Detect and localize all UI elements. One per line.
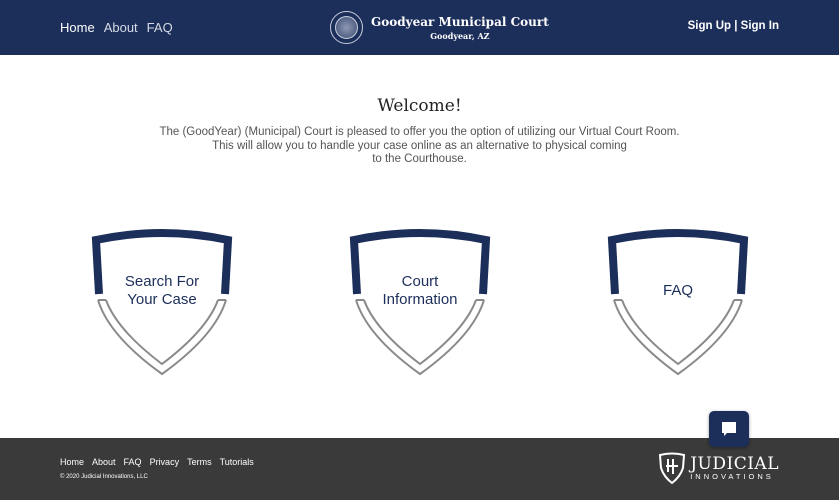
- intro-text: The (GoodYear) (Municipal) Court is plea…: [0, 126, 839, 167]
- court-location: Goodyear, AZ: [430, 30, 490, 41]
- logo-text: JUDICIAL: [690, 453, 779, 474]
- auth-links: Sign Up | Sign In: [688, 20, 779, 32]
- footer-about[interactable]: About: [92, 457, 116, 467]
- court-title: Goodyear Municipal Court: [371, 14, 549, 29]
- shield-logo-icon: [659, 452, 686, 484]
- card-label: Information: [382, 290, 458, 308]
- nav-about[interactable]: About: [104, 20, 138, 35]
- separator: |: [731, 20, 741, 32]
- faq-card[interactable]: FAQ: [607, 228, 749, 376]
- logo-subtext: INNOVATIONS: [690, 471, 774, 481]
- court-brand[interactable]: Goodyear Municipal Court Goodyear, AZ: [330, 11, 549, 44]
- sign-up-link[interactable]: Sign Up: [688, 20, 731, 32]
- intro-line: The (GoodYear) (Municipal) Court is plea…: [159, 126, 680, 138]
- intro-line: This will allow you to handle your case …: [212, 139, 627, 152]
- welcome-heading: Welcome!: [377, 96, 462, 116]
- chat-bubble-icon: [722, 422, 736, 436]
- search-case-card[interactable]: Search For Your Case: [91, 228, 233, 376]
- court-information-card[interactable]: Court Information: [349, 228, 491, 376]
- intro-line: to the Courthouse.: [372, 153, 467, 165]
- sign-in-link[interactable]: Sign In: [741, 20, 779, 32]
- card-label: FAQ: [662, 281, 693, 299]
- card-label: Search For: [124, 272, 200, 290]
- footer-privacy[interactable]: Privacy: [150, 457, 180, 467]
- card-label: Your Case: [127, 290, 197, 308]
- chat-button[interactable]: [709, 411, 749, 447]
- footer: Home About FAQ Privacy Terms Tutorials ©…: [0, 438, 839, 500]
- footer-tutorials[interactable]: Tutorials: [220, 457, 254, 467]
- header: Home About FAQ Goodyear Municipal Court …: [0, 0, 839, 55]
- main-nav: Home About FAQ: [60, 20, 173, 35]
- footer-links: Home About FAQ Privacy Terms Tutorials: [60, 457, 254, 467]
- footer-home[interactable]: Home: [60, 457, 84, 467]
- footer-faq[interactable]: FAQ: [124, 457, 142, 467]
- card-label: Court: [401, 272, 439, 290]
- nav-home[interactable]: Home: [60, 20, 95, 35]
- court-seal-icon: [330, 11, 363, 44]
- judicial-innovations-logo: JUDICIAL INNOVATIONS: [657, 452, 779, 484]
- copyright: © 2020 Judicial Innovations, LLC: [60, 474, 148, 480]
- footer-terms[interactable]: Terms: [187, 457, 212, 467]
- nav-faq[interactable]: FAQ: [147, 20, 173, 35]
